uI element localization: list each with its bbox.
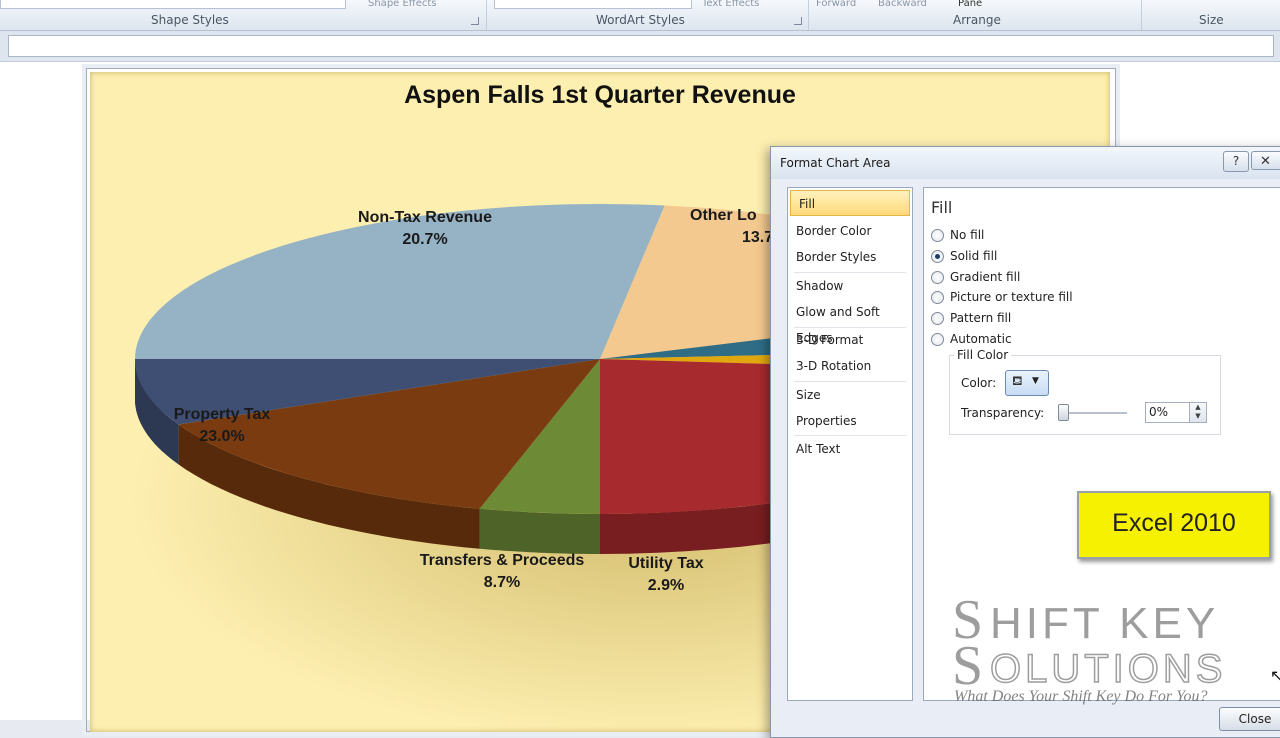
nav-item-border-color[interactable]: Border Color — [788, 218, 912, 244]
fill-color-group — [949, 355, 1221, 435]
wordart-styles-launcher-icon[interactable] — [794, 17, 802, 25]
data-label-name[interactable]: Transfers & Proceeds — [420, 552, 585, 569]
ribbon: Shape Effects Shape Styles Text Effects … — [0, 0, 1280, 31]
slice-utility-tax-side[interactable] — [479, 508, 600, 554]
dialog-titlebar[interactable]: Format Chart Area ? ✕ — [771, 147, 1280, 179]
wordart-styles-gallery[interactable] — [494, 0, 692, 9]
nav-item-size[interactable]: Size — [788, 382, 912, 408]
nav-item-alt-text[interactable]: Alt Text — [788, 436, 912, 462]
svg-text:S: S — [952, 635, 985, 686]
svg-text:OLUTIONS: OLUTIONS — [990, 647, 1226, 686]
svg-text:HIFT KEY: HIFT KEY — [990, 599, 1219, 648]
data-label-value[interactable]: 2.9% — [648, 577, 684, 594]
formula-bar — [0, 31, 1280, 62]
dropdown-arrow-icon: ▼ — [1032, 376, 1039, 386]
option-label: No fill — [950, 228, 985, 242]
panel-heading: Fill — [931, 198, 953, 217]
help-icon: ? — [1232, 154, 1240, 168]
option-label: Pattern fill — [950, 311, 1012, 325]
data-label-value[interactable]: 8.7% — [484, 574, 520, 591]
help-button[interactable]: ? — [1223, 151, 1249, 172]
data-label-name[interactable]: Other Lo — [690, 207, 757, 224]
paint-bucket-icon: ⛾ — [1012, 374, 1023, 389]
nav-item-border-styles[interactable]: Border Styles — [788, 244, 912, 270]
radio-button[interactable] — [931, 333, 944, 346]
group-separator — [808, 0, 809, 30]
transparency-label: Transparency: — [961, 406, 1045, 420]
shape-styles-gallery[interactable] — [0, 0, 346, 9]
data-label-name[interactable]: Utility Tax — [628, 555, 703, 572]
send-backward-button[interactable]: Backward — [878, 0, 927, 9]
chart-title[interactable]: Aspen Falls 1st Quarter Revenue — [404, 81, 796, 109]
data-label-name[interactable]: Property Tax — [174, 406, 271, 423]
color-picker-button[interactable]: ⛾ ▼ — [1005, 370, 1049, 396]
watermark-logo-svg: S HIFT KEY S OLUTIONS — [952, 589, 1226, 697]
nav-item-properties[interactable]: Properties — [788, 408, 912, 434]
shape-styles-launcher-icon[interactable] — [471, 17, 479, 25]
nav-item-shadow[interactable]: Shadow — [788, 273, 912, 299]
radio-button-checked[interactable] — [931, 250, 944, 263]
nav-item-3d-format[interactable]: 3-D Format — [788, 327, 912, 353]
data-label-value[interactable]: 23.0% — [199, 428, 244, 445]
group-separator — [486, 0, 487, 30]
nav-item-fill[interactable]: Fill — [790, 190, 910, 216]
radio-button[interactable] — [931, 271, 944, 284]
transparency-slider-track[interactable] — [1061, 412, 1127, 414]
selection-pane-button[interactable]: Pane — [958, 0, 982, 9]
transparency-input[interactable]: 0% — [1145, 402, 1190, 423]
fill-color-legend: Fill Color — [954, 348, 1012, 362]
badge-text: Excel 2010 — [1112, 509, 1236, 537]
data-label-name[interactable]: Non-Tax Revenue — [358, 209, 492, 226]
bring-forward-button[interactable]: Forward — [816, 0, 856, 9]
watermark-logo: S HIFT KEY S OLUTIONS — [952, 576, 1272, 700]
slice-non-tax-revenue[interactable] — [135, 203, 665, 359]
group-label-shape-styles: Shape Styles — [151, 13, 229, 27]
radio-button[interactable] — [931, 312, 944, 325]
transparency-spinner[interactable]: ▲ ▼ — [1189, 402, 1207, 423]
text-effects-button[interactable]: Text Effects — [702, 0, 759, 9]
formula-input[interactable] — [8, 35, 1274, 57]
format-category-list: Fill Border Color Border Styles Shadow G… — [787, 187, 913, 701]
color-label: Color: — [961, 376, 997, 390]
group-label-wordart-styles: WordArt Styles — [596, 13, 685, 27]
transparency-slider-thumb[interactable] — [1058, 404, 1069, 421]
data-label-value[interactable]: 13.7 — [742, 229, 773, 246]
mouse-cursor-icon: ↖ — [1270, 666, 1280, 685]
group-label-arrange: Arrange — [953, 13, 1001, 27]
nav-item-3d-rotation[interactable]: 3-D Rotation — [788, 353, 912, 379]
dialog-title: Format Chart Area — [780, 156, 891, 170]
nav-item-glow-soft-edges[interactable]: Glow and Soft Edges — [788, 299, 912, 345]
group-separator — [1141, 0, 1142, 30]
watermark: S HIFT KEY S OLUTIONS What Does Your Shi… — [948, 576, 1280, 716]
option-label: Automatic — [950, 332, 1012, 346]
version-badge: Excel 2010 — [1077, 491, 1271, 559]
option-label: Picture or texture fill — [950, 290, 1073, 304]
group-label-size: Size — [1199, 13, 1224, 27]
close-icon: ✕ — [1260, 154, 1271, 169]
radio-button[interactable] — [931, 291, 944, 304]
radio-button[interactable] — [931, 229, 944, 242]
shape-effects-button[interactable]: Shape Effects — [368, 0, 436, 9]
close-window-button[interactable]: ✕ — [1251, 151, 1280, 170]
option-label: Gradient fill — [950, 270, 1021, 284]
watermark-tagline: What Does Your Shift Key Do For You? — [954, 688, 1208, 705]
data-label-value[interactable]: 20.7% — [402, 231, 447, 248]
option-label: Solid fill — [950, 249, 998, 263]
